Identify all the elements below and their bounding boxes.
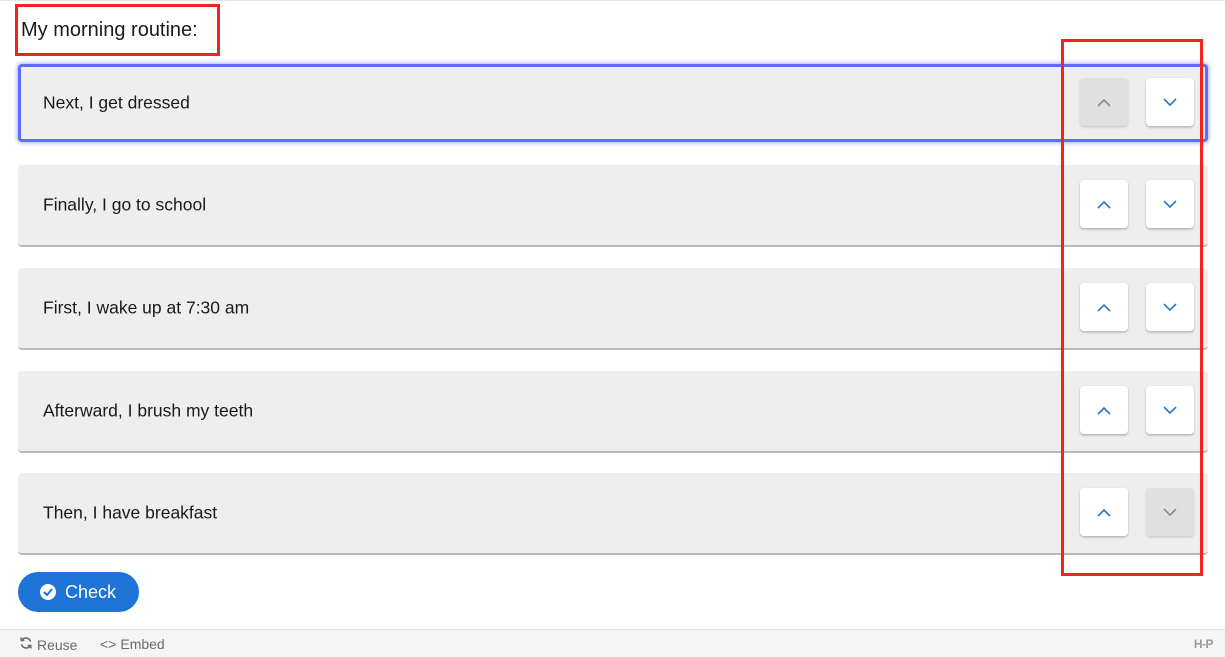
list-item[interactable]: First, I wake up at 7:30 am — [18, 268, 1208, 350]
annotation-box-buttons — [1061, 39, 1203, 576]
check-circle-icon — [40, 584, 56, 600]
footer-bar: Reuse <> Embed H-P — [0, 629, 1225, 657]
check-button-label: Check — [65, 581, 117, 602]
h5p-logo[interactable]: H-P — [1194, 637, 1214, 651]
embed-icon: <> — [100, 636, 117, 652]
reuse-label: Reuse — [37, 636, 78, 653]
item-label: Finally, I go to school — [43, 194, 207, 215]
item-label: Next, I get dressed — [43, 92, 190, 113]
ordering-task: My morning routine: Next, I get dressed … — [0, 0, 1225, 657]
item-label: Then, I have breakfast — [43, 502, 218, 523]
item-label: First, I wake up at 7:30 am — [43, 297, 250, 318]
embed-label: Embed — [120, 636, 165, 652]
item-label: Afterward, I brush my teeth — [43, 400, 254, 421]
list-item[interactable]: Afterward, I brush my teeth — [18, 371, 1208, 453]
list-item[interactable]: Finally, I go to school — [18, 165, 1208, 247]
list-item[interactable]: Next, I get dressed — [18, 64, 1208, 142]
reuse-icon — [19, 636, 33, 653]
list-item[interactable]: Then, I have breakfast — [18, 473, 1208, 555]
reuse-link[interactable]: Reuse — [19, 636, 77, 653]
annotation-box-title — [15, 4, 220, 56]
embed-link[interactable]: <> Embed — [100, 636, 165, 652]
check-button[interactable]: Check — [18, 572, 139, 612]
